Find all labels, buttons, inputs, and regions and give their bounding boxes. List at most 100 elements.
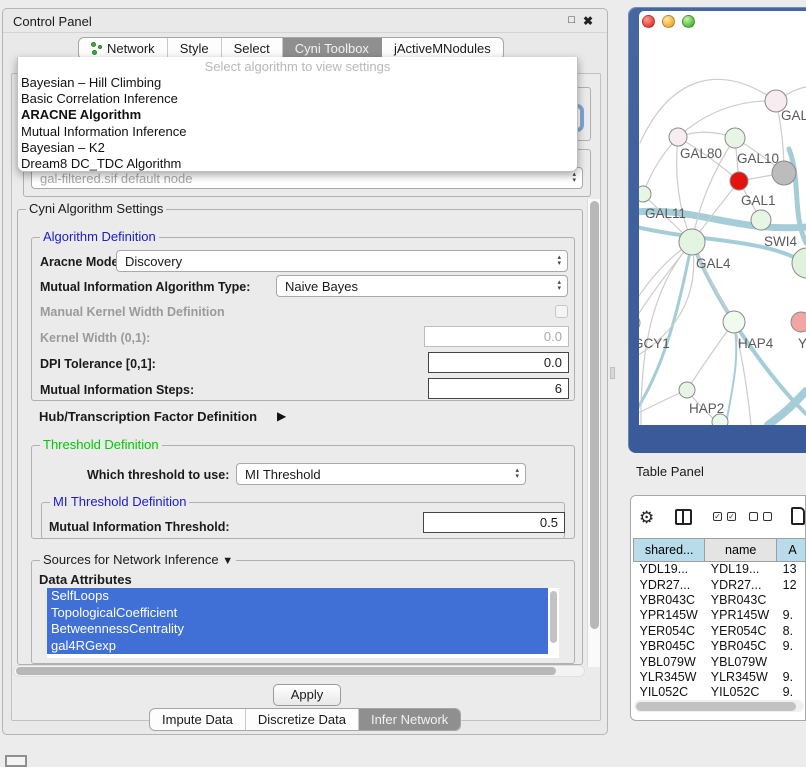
close-panel-icon[interactable]: ✖: [583, 14, 593, 28]
table-row[interactable]: YIL052CYIL052C9.: [634, 685, 806, 700]
float-panel-icon[interactable]: □: [568, 14, 575, 26]
network-node-gal4[interactable]: [679, 229, 705, 255]
table-cell: YDR27...: [634, 577, 705, 592]
attribute-list-item[interactable]: gal4RGexp: [47, 638, 548, 655]
data-attributes-list[interactable]: SelfLoopsTopologicalCoefficientBetweenne…: [47, 588, 559, 658]
tab-discretize-data[interactable]: Discretize Data: [246, 709, 359, 730]
split-pane-handle[interactable]: [610, 367, 615, 379]
table-toolbar: ⚙ ✓ ✓: [631, 496, 805, 538]
scrollbar-thumb[interactable]: [636, 702, 796, 711]
combo-stepper-icon: ▴▾: [557, 251, 561, 271]
network-node-hap2[interactable]: [679, 382, 695, 398]
column-header-shared...[interactable]: shared...: [634, 539, 705, 562]
attribute-list-item[interactable]: BetweennessCentrality: [47, 621, 548, 638]
table-cell: YIL052C: [705, 685, 777, 700]
table-cell: 12: [777, 577, 806, 592]
dpi-tolerance-field[interactable]: 0.0: [428, 352, 569, 373]
network-node-gal10[interactable]: [725, 128, 745, 148]
scrollbar-thumb[interactable]: [590, 201, 599, 629]
columns-icon[interactable]: [675, 509, 692, 525]
combo-stepper-icon: ▴▾: [557, 276, 561, 296]
tab-network[interactable]: Network: [79, 38, 168, 59]
attribute-list-item[interactable]: TopologicalCoefficient: [47, 605, 548, 622]
table-cell: 9.: [777, 608, 806, 623]
table-cell: 9.: [777, 638, 806, 653]
collapse-arrow-icon[interactable]: ▼: [222, 555, 233, 567]
settings-vertical-scrollbar[interactable]: [587, 199, 600, 667]
cyni-bottom-tabbar: Impute DataDiscretize DataInfer Network: [149, 708, 461, 731]
algorithm-definition-title: Algorithm Definition: [40, 230, 159, 244]
checked-checkbox-icon[interactable]: ✓: [727, 512, 736, 521]
apply-button[interactable]: Apply: [273, 684, 341, 706]
tab-cyni-toolbox[interactable]: Cyni Toolbox: [283, 38, 382, 59]
mi-algorithm-type-combo[interactable]: Naive Bayes ▴▾: [276, 275, 568, 297]
node-label: SWI4: [764, 234, 797, 249]
algorithm-option[interactable]: Bayesian – K2: [21, 140, 577, 156]
tab-jactivemnodules[interactable]: jActiveMNodules: [382, 38, 503, 59]
expand-arrow-icon[interactable]: ▶: [277, 409, 286, 423]
algorithm-option[interactable]: Basic Correlation Inference: [21, 91, 577, 107]
network-node-gal80[interactable]: [669, 128, 687, 146]
algorithm-option[interactable]: ARACNE Algorithm: [21, 107, 577, 123]
kernel-width-label: Kernel Width (0,1):: [40, 331, 150, 345]
table-row[interactable]: YBL079WYBL079W: [634, 654, 806, 669]
table-row[interactable]: YER054CYER054C8.: [634, 623, 806, 638]
network-node[interactable]: [772, 161, 796, 185]
which-threshold-combo[interactable]: MI Threshold ▴▾: [236, 463, 526, 485]
table-row[interactable]: YBR043CYBR043C: [634, 592, 806, 607]
mi-steps-field[interactable]: 6: [428, 378, 569, 399]
attributes-scrollbar[interactable]: [549, 590, 558, 656]
network-node-y[interactable]: [791, 312, 806, 332]
network-node[interactable]: [792, 248, 806, 278]
tab-select[interactable]: Select: [222, 38, 283, 59]
unchecked-checkbox-icon[interactable]: [749, 512, 758, 521]
network-node-swi4[interactable]: [751, 210, 771, 230]
tab-infer-network[interactable]: Infer Network: [359, 709, 460, 730]
network-node[interactable]: [712, 414, 728, 425]
checked-checkbox-icon[interactable]: ✓: [713, 512, 722, 521]
unchecked-checkbox-icon[interactable]: [763, 512, 772, 521]
column-header-A[interactable]: A: [777, 539, 806, 562]
aracne-mode-combo[interactable]: Discovery ▴▾: [116, 250, 568, 272]
algorithm-option[interactable]: Mutual Information Inference: [21, 124, 577, 140]
scrollbar-thumb[interactable]: [550, 591, 557, 643]
table-row[interactable]: YDL19...YDL19...13: [634, 562, 806, 577]
table-row[interactable]: YDR27...YDR27...12: [634, 577, 806, 592]
tab-impute-data[interactable]: Impute Data: [150, 709, 246, 730]
document-icon[interactable]: [791, 507, 805, 525]
manual-kernel-width-checkbox[interactable]: [555, 305, 568, 318]
cyni-algorithm-settings-title: Cyni Algorithm Settings: [26, 202, 166, 216]
tab-style[interactable]: Style: [168, 38, 222, 59]
algorithm-option[interactable]: Bayesian – Hill Climbing: [21, 75, 577, 91]
table-cell: [777, 654, 806, 669]
table-row[interactable]: YBR045CYBR045C9.: [634, 638, 806, 653]
gear-icon[interactable]: ⚙: [639, 508, 654, 528]
aracne-mode-label: Aracne Mode:: [40, 255, 123, 269]
network-canvas[interactable]: GAL7GAL80GAL10GAL1GAL11SWI4GAL4GCY1HAP4Y…: [639, 11, 806, 425]
network-node-hap4[interactable]: [723, 311, 745, 333]
attribute-list-item[interactable]: SelfLoops: [47, 588, 548, 605]
table-cell: YIL052C: [634, 685, 705, 700]
docked-panel-button[interactable]: [5, 755, 27, 767]
algorithm-dropdown-popup: Select algorithm to view settings Bayesi…: [17, 57, 578, 172]
network-edge: [726, 322, 736, 425]
table-row[interactable]: YPR145WYPR145W9.: [634, 608, 806, 623]
table-horizontal-scrollbar[interactable]: [634, 700, 804, 712]
network-node-gcy1[interactable]: [639, 315, 640, 331]
node-label: GAL10: [737, 151, 779, 166]
table-cell: 9.: [777, 685, 806, 700]
sources-group-title[interactable]: Sources for Network Inference ▼: [40, 553, 236, 568]
algorithm-option[interactable]: Dream8 DC_TDC Algorithm: [21, 156, 577, 172]
table-cell: 9.: [777, 669, 806, 684]
column-header-name[interactable]: name: [705, 539, 777, 562]
kernel-width-field[interactable]: 0.0: [424, 326, 569, 347]
network-node-gal11[interactable]: [639, 186, 651, 202]
mi-algorithm-type-value: Naive Bayes: [285, 279, 358, 294]
network-node-gal1[interactable]: [730, 172, 748, 190]
hub-section-label[interactable]: Hub/Transcription Factor Definition: [39, 409, 257, 424]
table-row[interactable]: YLR345WYLR345W9.: [634, 669, 806, 684]
settings-horizontal-scrollbar[interactable]: [13, 665, 585, 677]
screen: Control Panel □ ✖ NetworkStyleSelectCyni…: [0, 0, 806, 762]
mi-threshold-field[interactable]: 0.5: [423, 512, 565, 533]
scrollbar-thumb[interactable]: [16, 667, 556, 675]
